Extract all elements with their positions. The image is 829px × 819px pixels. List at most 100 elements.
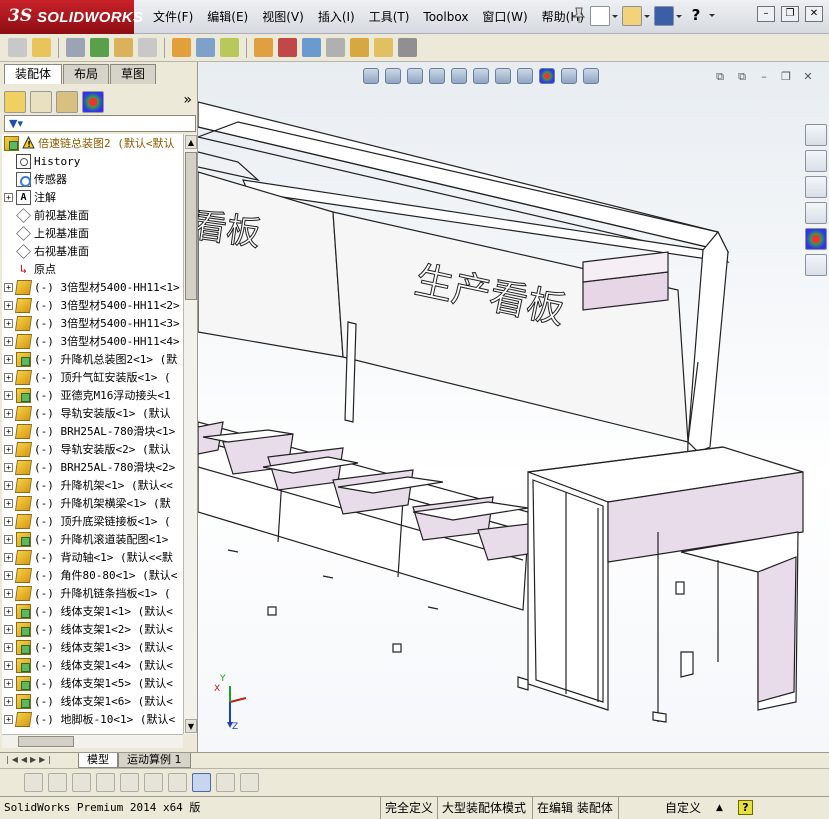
- expand-toggle-icon[interactable]: +: [4, 408, 13, 418]
- scroll-thumb[interactable]: [185, 152, 197, 300]
- configuration-manager-icon[interactable]: [56, 91, 78, 113]
- tree-horizontal-scrollbar[interactable]: [2, 734, 183, 748]
- solidworks-logo[interactable]: 3S SOLIDWORKS: [0, 0, 143, 34]
- scroll-down-arrow-icon[interactable]: ▼: [185, 719, 197, 733]
- tree-vertical-scrollbar[interactable]: ▲ ▼: [183, 134, 197, 734]
- expand-toggle-icon[interactable]: +: [4, 696, 13, 706]
- reference-geometry-icon[interactable]: [220, 38, 239, 57]
- model-view[interactable]: 看板 生产看板: [198, 62, 829, 752]
- scroll-up-arrow-icon[interactable]: ▲: [185, 135, 197, 149]
- dimension-icon[interactable]: [144, 773, 163, 792]
- exploded-view-icon[interactable]: [302, 38, 321, 57]
- status-units[interactable]: 自定义: [618, 797, 701, 819]
- menu-insert[interactable]: 插入(I): [311, 0, 362, 34]
- menu-tools[interactable]: 工具(T): [362, 0, 417, 34]
- tree-root[interactable]: ! 倍速链总装图2 (默认<默认: [4, 134, 175, 152]
- tree-item[interactable]: + (-) 升降机架<1> (默认<<: [4, 476, 173, 494]
- viewport-close-button[interactable]: ✕: [801, 70, 815, 84]
- explode-line-sketch-icon[interactable]: [326, 38, 345, 57]
- assembly-features-icon[interactable]: [196, 38, 215, 57]
- view-orientation-icon[interactable]: [473, 68, 489, 84]
- tree-item[interactable]: + (-) 升降机滚道装配图<1>: [4, 530, 168, 548]
- tree-item[interactable]: ↳ 原点: [4, 260, 56, 278]
- feature-manager-icon[interactable]: [4, 91, 26, 113]
- close-button[interactable]: ✕: [805, 6, 823, 22]
- shadows-icon[interactable]: [48, 773, 67, 792]
- tab-assembly[interactable]: 装配体: [4, 64, 63, 84]
- viewport-split-icon[interactable]: ⧉: [713, 70, 727, 84]
- tree-item[interactable]: + (-) 升降机链条挡板<1> (: [4, 584, 171, 602]
- tree-item[interactable]: + (-) 顶升气缸安装版<1> (: [4, 368, 171, 386]
- tree-item[interactable]: + (-) 升降机总装图2<1> (默: [4, 350, 177, 368]
- tree-item[interactable]: History: [4, 152, 80, 170]
- mate-icon[interactable]: [66, 38, 85, 57]
- expand-toggle-icon[interactable]: +: [4, 444, 13, 454]
- expand-toggle-icon[interactable]: +: [4, 606, 13, 616]
- triad-view-icon[interactable]: [168, 773, 187, 792]
- smart-fasteners-icon[interactable]: [114, 38, 133, 57]
- expand-toggle-icon[interactable]: +: [4, 678, 13, 688]
- realview-icon[interactable]: [240, 773, 259, 792]
- 3d-drawing-view-icon[interactable]: [24, 773, 43, 792]
- units-arrow-icon[interactable]: ▲: [716, 797, 723, 819]
- custom-properties-icon[interactable]: [805, 254, 827, 276]
- view-palette-icon[interactable]: [805, 202, 827, 224]
- tree-item[interactable]: + (-) 顶升底梁链接板<1> (: [4, 512, 171, 530]
- apply-scene-icon[interactable]: [561, 68, 577, 84]
- expand-toggle-icon[interactable]: +: [4, 660, 13, 670]
- pin-icon[interactable]: [572, 6, 586, 26]
- expand-toggle-icon[interactable]: +: [4, 642, 13, 652]
- expand-toggle-icon[interactable]: +: [4, 714, 13, 724]
- viewport-minimize-button[interactable]: –: [757, 70, 771, 84]
- tree-item[interactable]: + (-) 线体支架1<4> (默认<: [4, 656, 173, 674]
- tab-layout[interactable]: 布局: [63, 64, 110, 84]
- perspective-icon[interactable]: [72, 773, 91, 792]
- tab-motion-study[interactable]: 运动算例 1: [118, 753, 191, 768]
- tree-item[interactable]: + (-) 线体支架1<3> (默认<: [4, 638, 173, 656]
- expand-toggle-icon[interactable]: +: [4, 534, 13, 544]
- dynamic-annotation-icon[interactable]: [451, 68, 467, 84]
- tab-model[interactable]: 模型: [78, 753, 118, 768]
- expand-toggle-icon[interactable]: +: [4, 300, 13, 310]
- expand-toggle-icon[interactable]: +: [4, 426, 13, 436]
- tree-item[interactable]: + (-) 角件80-80<1> (默认<: [4, 566, 177, 584]
- menu-view[interactable]: 视图(V): [255, 0, 311, 34]
- tab-sketch[interactable]: 草图: [110, 64, 157, 84]
- new-document-icon[interactable]: [590, 6, 618, 26]
- tree-item[interactable]: + (-) 线体支架1<1> (默认<: [4, 602, 173, 620]
- restore-button[interactable]: ❐: [781, 6, 799, 22]
- zoom-to-fit-icon[interactable]: [363, 68, 379, 84]
- tree-item[interactable]: + (-) 3倍型材5400-HH11<2>: [4, 296, 180, 314]
- expand-toggle-icon[interactable]: +: [4, 480, 13, 490]
- expand-toggle-icon[interactable]: +: [4, 588, 13, 598]
- instant3d-icon[interactable]: [398, 38, 417, 57]
- menu-file[interactable]: 文件(F): [146, 0, 200, 34]
- file-explorer-icon[interactable]: [805, 176, 827, 198]
- tree-item[interactable]: 上视基准面: [4, 224, 89, 242]
- grid-icon[interactable]: [216, 773, 235, 792]
- expand-toggle-icon[interactable]: +: [4, 372, 13, 382]
- edit-appearance-icon[interactable]: [539, 68, 555, 84]
- tree-item[interactable]: + (-) 线体支架1<5> (默认<: [4, 674, 173, 692]
- open-folder-icon[interactable]: [622, 6, 650, 26]
- tree-item[interactable]: + (-) BRH25AL-780滑块<2>: [4, 458, 175, 476]
- bill-of-materials-icon[interactable]: [278, 38, 297, 57]
- menu-window[interactable]: 窗口(W): [475, 0, 534, 34]
- zoom-to-area-icon[interactable]: [385, 68, 401, 84]
- tree-item[interactable]: + (-) 3倍型材5400-HH11<3>: [4, 314, 180, 332]
- viewport-restore-button[interactable]: ❐: [779, 70, 793, 84]
- viewport-tile-icon[interactable]: ⧉: [735, 70, 749, 84]
- tree-item[interactable]: 前视基准面: [4, 206, 89, 224]
- design-library-icon[interactable]: [805, 150, 827, 172]
- tree-item[interactable]: + (-) 地脚板-10<1> (默认<: [4, 710, 175, 728]
- expand-toggle-icon[interactable]: +: [4, 498, 13, 508]
- tree-item[interactable]: + A 注解: [4, 188, 56, 206]
- clearance-verification-icon[interactable]: [374, 38, 393, 57]
- tree-item[interactable]: + (-) 3倍型材5400-HH11<1>: [4, 278, 180, 296]
- expand-toggle-icon[interactable]: +: [4, 624, 13, 634]
- section-view-icon[interactable]: [429, 68, 445, 84]
- display-manager-icon[interactable]: [82, 91, 104, 113]
- expand-toggle-icon[interactable]: +: [4, 282, 13, 292]
- previous-view-icon[interactable]: [407, 68, 423, 84]
- menu-toolbox[interactable]: Toolbox: [416, 0, 475, 34]
